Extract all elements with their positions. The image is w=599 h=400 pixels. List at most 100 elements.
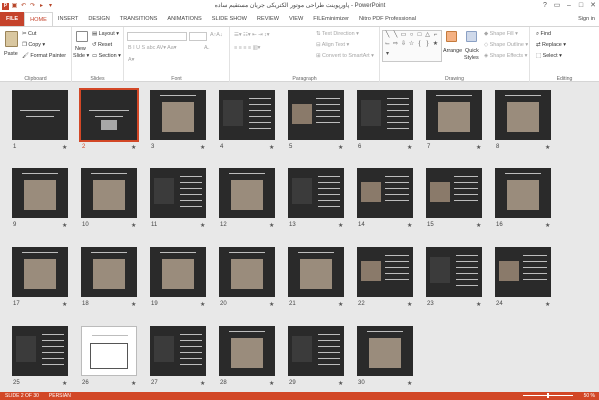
text-direction-button[interactable]: ⇅ Text Direction ▾ (316, 31, 359, 37)
new-slide-button[interactable]: New (75, 46, 86, 52)
slide-thumbnail[interactable] (81, 168, 137, 218)
animation-star-icon[interactable]: ★ (131, 222, 136, 229)
tab-review[interactable]: REVIEW (252, 12, 284, 26)
animation-star-icon[interactable]: ★ (407, 144, 412, 151)
animation-star-icon[interactable]: ★ (62, 144, 67, 151)
redo-icon[interactable]: ↷ (29, 3, 36, 10)
shape-effects-button[interactable]: ◈ Shape Effects ▾ (484, 53, 527, 59)
slide-thumbnail[interactable] (12, 247, 68, 297)
tab-design[interactable]: DESIGN (83, 12, 114, 26)
slide-thumbnail[interactable] (219, 247, 275, 297)
language-indicator[interactable]: PERSIAN (44, 393, 76, 399)
customize-qat-icon[interactable]: ▾ (47, 3, 54, 10)
line-shape-icon[interactable]: ╲ (384, 32, 391, 39)
undo-icon[interactable]: ↶ (20, 3, 27, 10)
brace-shape-icon[interactable]: } (424, 41, 431, 48)
animation-star-icon[interactable]: ★ (476, 222, 481, 229)
slide-thumbnail[interactable] (357, 90, 413, 140)
animation-star-icon[interactable]: ★ (338, 380, 343, 387)
layout-button[interactable]: ▤ Layout ▾ (92, 31, 119, 37)
slide-thumbnail[interactable] (150, 247, 206, 297)
shape-fill-button[interactable]: ◆ Shape Fill ▾ (484, 31, 518, 37)
animation-star-icon[interactable]: ★ (200, 380, 205, 387)
star-shape-icon[interactable]: ★ (432, 41, 439, 48)
quick-styles-button-line2[interactable]: Styles (464, 55, 479, 61)
clear-format-icon[interactable]: A̶ (204, 45, 208, 51)
animation-star-icon[interactable]: ★ (407, 222, 412, 229)
format-painter-button[interactable]: 🖌 Format Painter (22, 53, 66, 59)
shapes-gallery[interactable]: ╲ ╲ ▭ ○ □ △ ⌐ ⌙ ⇨ ⇩ ☆ { } ★ ▾ (382, 30, 442, 62)
cut-button[interactable]: ✂ Cut (22, 31, 36, 37)
align-text-button[interactable]: ⊟ Align Text ▾ (316, 42, 349, 48)
new-slide-icon[interactable] (76, 31, 88, 42)
rectangle-shape-icon[interactable]: ▭ (400, 32, 407, 39)
animation-star-icon[interactable]: ★ (200, 222, 205, 229)
animation-star-icon[interactable]: ★ (200, 144, 205, 151)
section-button[interactable]: ▭ Section ▾ (92, 53, 121, 59)
arrange-button[interactable]: Arrange (443, 48, 462, 54)
animation-star-icon[interactable]: ★ (338, 301, 343, 308)
tab-transitions[interactable]: TRANSITIONS (115, 12, 163, 26)
start-from-beginning-icon[interactable]: ▸ (38, 3, 45, 10)
tab-nitro-pdf[interactable]: Nitro PDF Professional (354, 12, 421, 26)
animation-star-icon[interactable]: ★ (338, 144, 343, 151)
grow-font-icon[interactable]: A↑A↓ (210, 32, 223, 38)
slide-thumbnail[interactable] (357, 326, 413, 376)
alignment-buttons[interactable]: ≡ ≡ ≡ ≡ ▥▾ (234, 45, 260, 51)
slide-thumbnail[interactable] (12, 168, 68, 218)
animation-star-icon[interactable]: ★ (131, 380, 136, 387)
slide-thumbnail[interactable] (219, 168, 275, 218)
shape-outline-button[interactable]: ◇ Shape Outline ▾ (484, 42, 528, 48)
connector-shape-icon[interactable]: ⌐ (432, 32, 439, 39)
reset-button[interactable]: ↺ Reset (92, 42, 112, 48)
animation-star-icon[interactable]: ★ (338, 222, 343, 229)
zoom-slider[interactable] (523, 393, 573, 398)
ribbon-display-button[interactable]: ▭ (551, 0, 563, 12)
zoom-slider-knob[interactable] (547, 393, 549, 398)
convert-smartart-button[interactable]: ⊞ Convert to SmartArt ▾ (316, 53, 374, 59)
animation-star-icon[interactable]: ★ (407, 380, 412, 387)
slide-thumbnail[interactable] (495, 168, 551, 218)
font-name-combobox[interactable] (127, 32, 187, 41)
slide-thumbnail[interactable] (288, 326, 344, 376)
new-slide-button-line2[interactable]: Slide ▾ (73, 53, 89, 59)
tab-fileminimizer[interactable]: FILEminimizer (308, 12, 354, 26)
slide-thumbnail[interactable] (288, 90, 344, 140)
shapes-more-icon[interactable]: ▾ (384, 51, 391, 58)
star-shape-icon[interactable]: ☆ (408, 41, 415, 48)
zoom-level[interactable]: 50 % (584, 392, 595, 400)
replace-button[interactable]: ⇄ Replace ▾ (536, 42, 566, 48)
paste-button[interactable]: Paste (4, 51, 18, 57)
slide-thumbnail[interactable] (219, 90, 275, 140)
animation-star-icon[interactable]: ★ (476, 144, 481, 151)
slide-thumbnail[interactable] (495, 247, 551, 297)
tab-home[interactable]: HOME (24, 12, 53, 26)
tab-insert[interactable]: INSERT (53, 12, 83, 26)
slide-thumbnail[interactable] (426, 168, 482, 218)
rectangle-shape-icon[interactable]: □ (416, 32, 423, 39)
animation-star-icon[interactable]: ★ (62, 222, 67, 229)
quick-styles-button[interactable]: Quick (465, 48, 479, 54)
animation-star-icon[interactable]: ★ (131, 144, 136, 151)
animation-star-icon[interactable]: ★ (200, 301, 205, 308)
animation-star-icon[interactable]: ★ (476, 301, 481, 308)
animation-star-icon[interactable]: ★ (269, 144, 274, 151)
elbow-shape-icon[interactable]: ⌙ (384, 41, 391, 48)
find-button[interactable]: ⌕ Find (536, 31, 551, 38)
animation-star-icon[interactable]: ★ (269, 222, 274, 229)
minimize-button[interactable]: – (563, 0, 575, 12)
animation-star-icon[interactable]: ★ (269, 380, 274, 387)
slide-thumbnail[interactable] (79, 88, 139, 142)
tab-file[interactable]: FILE (0, 12, 25, 26)
animation-star-icon[interactable]: ★ (62, 380, 67, 387)
slide-thumbnail[interactable] (426, 247, 482, 297)
slide-thumbnail[interactable] (150, 90, 206, 140)
animation-star-icon[interactable]: ★ (407, 301, 412, 308)
slide-thumbnail[interactable] (81, 247, 137, 297)
animation-star-icon[interactable]: ★ (545, 222, 550, 229)
tab-view[interactable]: VIEW (284, 12, 308, 26)
help-button[interactable]: ? (539, 0, 551, 12)
tab-slide-show[interactable]: SLIDE SHOW (207, 12, 252, 26)
slide-thumbnail[interactable] (12, 326, 68, 376)
slide-thumbnail[interactable] (150, 168, 206, 218)
